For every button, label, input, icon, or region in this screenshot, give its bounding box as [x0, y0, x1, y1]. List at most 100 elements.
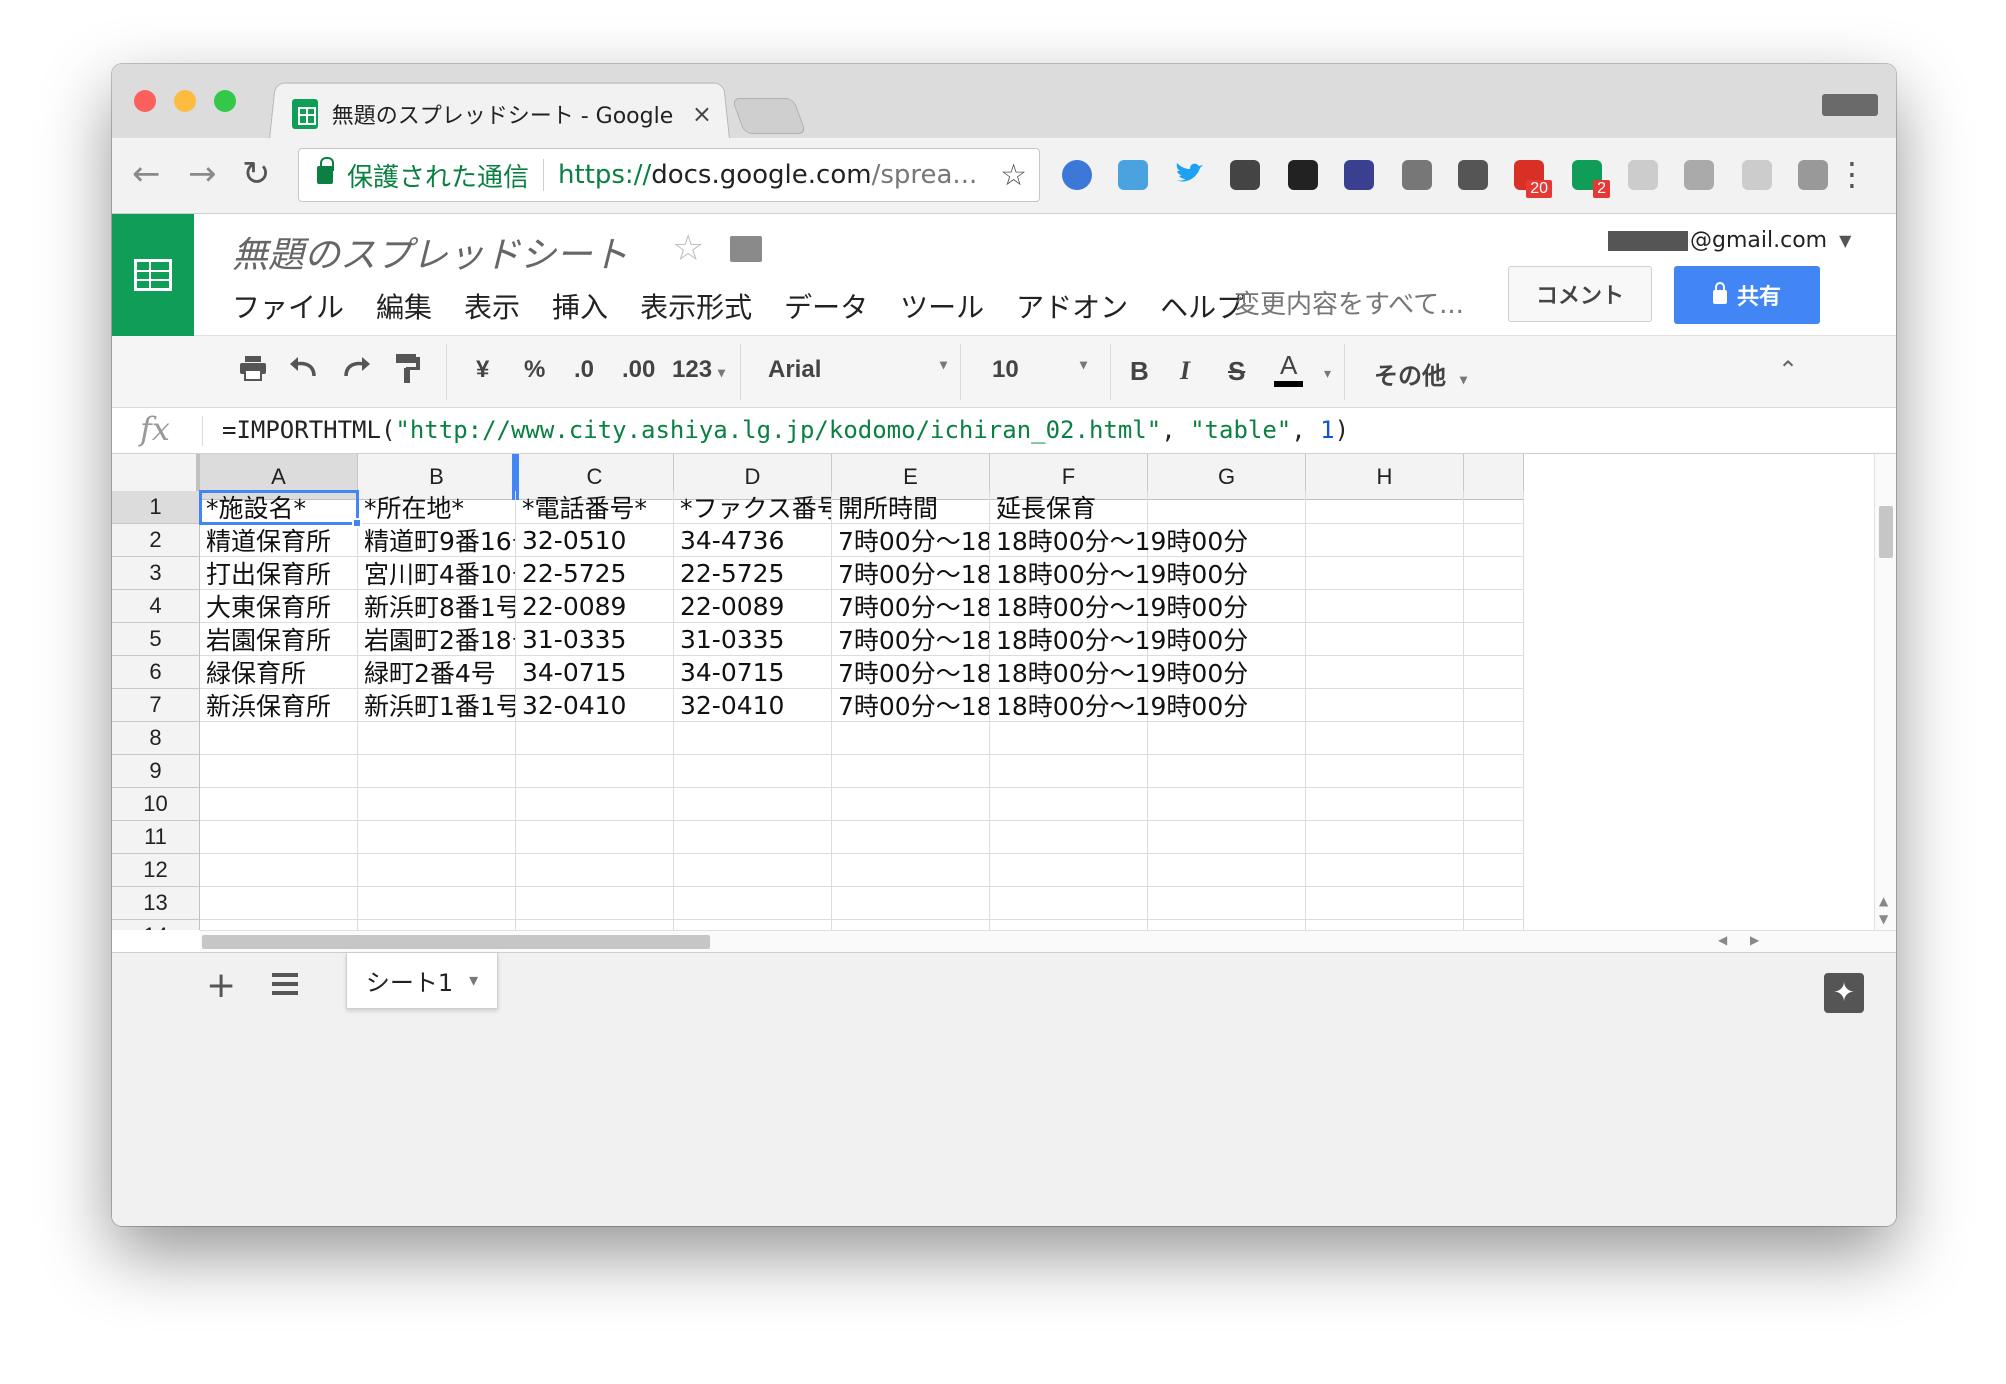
cell-c11[interactable]: [516, 821, 674, 854]
italic-button[interactable]: I: [1180, 356, 1190, 386]
cell-b10[interactable]: [358, 788, 516, 821]
cell-a2[interactable]: 精道保育所: [200, 524, 358, 557]
row-header[interactable]: 9: [112, 755, 200, 788]
increase-decimal-button[interactable]: .00: [622, 356, 655, 384]
row-header[interactable]: 7: [112, 689, 200, 722]
cell-d6[interactable]: 34-0715: [674, 656, 832, 689]
row-header[interactable]: 14: [112, 920, 200, 930]
cell-h13[interactable]: [1306, 887, 1464, 920]
cell-c7[interactable]: 32-0410: [516, 689, 674, 722]
row-header[interactable]: 8: [112, 722, 200, 755]
cell-e1[interactable]: 開所時間: [832, 491, 990, 524]
cell-b1[interactable]: *所在地*: [358, 491, 516, 524]
cell-c9[interactable]: [516, 755, 674, 788]
minimize-window-button[interactable]: [174, 90, 196, 112]
row-header[interactable]: 1: [112, 491, 200, 524]
bookmark-star-icon[interactable]: ☆: [1000, 158, 1027, 193]
cell-a13[interactable]: [200, 887, 358, 920]
rss-icon[interactable]: [1628, 160, 1658, 190]
cell-c2[interactable]: 32-0510: [516, 524, 674, 557]
cell-g10[interactable]: [1148, 788, 1306, 821]
caret-down-icon[interactable]: ▾: [1324, 366, 1331, 382]
cell-e10[interactable]: [832, 788, 990, 821]
cell-b14[interactable]: [358, 920, 516, 930]
color-wheel-icon[interactable]: [1288, 160, 1318, 190]
cell-f14[interactable]: [990, 920, 1148, 930]
cell-f8[interactable]: [990, 722, 1148, 755]
cell-d7[interactable]: 32-0410: [674, 689, 832, 722]
save-status[interactable]: 変更内容をすべて...: [1234, 284, 1474, 321]
sheet-tab[interactable]: シート1 ▾: [346, 953, 498, 1009]
cell-g11[interactable]: [1148, 821, 1306, 854]
cell-c13[interactable]: [516, 887, 674, 920]
browser-menu-icon[interactable]: ⋮: [1836, 156, 1868, 192]
sheets-home-button[interactable]: [112, 214, 194, 336]
puzzle-extension-icon[interactable]: [1684, 160, 1714, 190]
explore-button[interactable]: ✦: [1824, 973, 1864, 1013]
cell-e6[interactable]: 7時00分～18時00分: [832, 656, 990, 689]
browser-tab[interactable]: 無題のスプレッドシート - Google ×: [292, 90, 712, 138]
cell-d10[interactable]: [674, 788, 832, 821]
menu-item[interactable]: 編集: [376, 286, 432, 326]
text-color-button[interactable]: A: [1274, 350, 1304, 387]
cell-b2[interactable]: 精道町9番16号: [358, 524, 516, 557]
row-header[interactable]: 4: [112, 590, 200, 623]
forward-icon[interactable]: →: [188, 154, 217, 194]
row-header[interactable]: 11: [112, 821, 200, 854]
e-extension-icon[interactable]: [1798, 160, 1828, 190]
cell-f12[interactable]: [990, 854, 1148, 887]
cell-h11[interactable]: [1306, 821, 1464, 854]
cell-d3[interactable]: 22-5725: [674, 557, 832, 590]
cell-a8[interactable]: [200, 722, 358, 755]
cell-c4[interactable]: 22-0089: [516, 590, 674, 623]
cell-f1[interactable]: 延長保育: [990, 491, 1148, 524]
cell-a10[interactable]: [200, 788, 358, 821]
cell-f2[interactable]: 18時00分～19時00分: [990, 524, 1248, 557]
cell-e14[interactable]: [832, 920, 990, 930]
account-switcher[interactable]: @gmail.com ▼: [1608, 228, 1851, 253]
cell-e12[interactable]: [832, 854, 990, 887]
scroll-up-icon[interactable]: ▲: [1879, 894, 1888, 908]
cell-a11[interactable]: [200, 821, 358, 854]
cell-f3[interactable]: 18時00分～19時00分: [990, 557, 1248, 590]
print-icon[interactable]: [238, 354, 268, 381]
cell-b9[interactable]: [358, 755, 516, 788]
menu-item[interactable]: 挿入: [552, 286, 608, 326]
menu-item[interactable]: ヘルプ: [1160, 286, 1244, 326]
cell-e8[interactable]: [832, 722, 990, 755]
cell-h1[interactable]: [1306, 491, 1464, 524]
percent-format-button[interactable]: %: [524, 356, 545, 384]
cell-h12[interactable]: [1306, 854, 1464, 887]
cell-g8[interactable]: [1148, 722, 1306, 755]
cell-b13[interactable]: [358, 887, 516, 920]
cell-d5[interactable]: 31-0335: [674, 623, 832, 656]
scroll-left-icon[interactable]: ◀: [1718, 933, 1727, 947]
cell-g9[interactable]: [1148, 755, 1306, 788]
vertical-scrollbar[interactable]: ▲ ▼: [1874, 454, 1896, 930]
cell-h14[interactable]: [1306, 920, 1464, 930]
all-sheets-list-icon[interactable]: [272, 973, 298, 995]
cell-e9[interactable]: [832, 755, 990, 788]
scroll-down-icon[interactable]: ▼: [1879, 912, 1888, 926]
cell-a1[interactable]: *施設名*: [200, 491, 358, 524]
document-title[interactable]: 無題のスプレッドシート: [232, 226, 628, 278]
row-header[interactable]: 10: [112, 788, 200, 821]
menu-item[interactable]: 表示: [464, 286, 520, 326]
cell-b7[interactable]: 新浜町1番1号: [358, 689, 516, 722]
font-size-dropdown[interactable]: 10 ▾: [992, 356, 1102, 384]
new-tab-button[interactable]: [731, 98, 807, 134]
cell-e3[interactable]: 7時00分～18時00分: [832, 557, 990, 590]
cell-b3[interactable]: 宮川町4番10号: [358, 557, 516, 590]
sync-extension-icon[interactable]: [1458, 160, 1488, 190]
undo-icon[interactable]: [288, 352, 320, 389]
cell-g1[interactable]: [1148, 491, 1306, 524]
inbox-extension-icon[interactable]: 2: [1572, 160, 1610, 198]
bold-button[interactable]: B: [1130, 356, 1149, 387]
cell-d4[interactable]: 22-0089: [674, 590, 832, 623]
cell-f10[interactable]: [990, 788, 1148, 821]
cell-d14[interactable]: [674, 920, 832, 930]
vertical-scroll-thumb[interactable]: [1879, 506, 1893, 558]
cell-f13[interactable]: [990, 887, 1148, 920]
strikethrough-button[interactable]: S: [1228, 356, 1245, 387]
cell-f5[interactable]: 18時00分～19時00分: [990, 623, 1248, 656]
